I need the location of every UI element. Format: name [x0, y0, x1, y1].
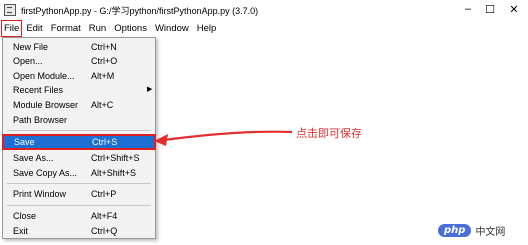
callout-arrow-icon [154, 130, 293, 146]
watermark: php 中文网 [438, 223, 505, 238]
window-title: firstPythonApp.py - G:/学习python/firstPyt… [21, 5, 259, 16]
menu-item-label: Open Module... [13, 71, 75, 81]
menu-item-module-browser[interactable]: Module Browser Alt+C [3, 99, 155, 111]
menu-item-path-browser[interactable]: Path Browser [3, 114, 155, 126]
menu-item-shortcut: Ctrl+N [91, 42, 117, 52]
menu-format[interactable]: Format [47, 21, 85, 36]
menu-item-exit[interactable]: Exit Ctrl+Q [3, 225, 155, 237]
menu-item-label: Print Window [13, 189, 67, 199]
annotation-text: 点击即可保存 [296, 127, 362, 140]
menu-item-label: Exit [13, 226, 29, 236]
menu-item-label: Close [13, 211, 37, 221]
python-file-icon [4, 4, 16, 16]
menu-separator [7, 183, 151, 184]
menu-item-shortcut: Ctrl+O [91, 56, 118, 66]
menu-item-print-window[interactable]: Print Window Ctrl+P [3, 188, 155, 200]
submenu-arrow-icon: ▶ [147, 86, 153, 93]
menu-item-label: Save [14, 137, 35, 147]
menu-item-recent-files[interactable]: Recent Files ▶ [3, 84, 155, 96]
menu-item-label: Path Browser [13, 115, 68, 125]
menu-item-save-copy-as[interactable]: Save Copy As... Alt+Shift+S [3, 167, 155, 179]
menu-item-label: Save As... [13, 153, 54, 163]
menu-item-shortcut: Ctrl+P [91, 189, 117, 199]
menu-item-label: Recent Files [13, 85, 64, 95]
menu-separator [7, 130, 151, 131]
minimize-button[interactable]: – [461, 3, 475, 15]
menu-item-shortcut: Ctrl+Shift+S [91, 153, 140, 163]
menu-run[interactable]: Run [85, 21, 110, 36]
php-logo: php [438, 224, 472, 237]
menu-item-new-file[interactable]: New File Ctrl+N [3, 41, 155, 53]
file-menu-dropdown: New File Ctrl+N Open... Ctrl+O Open Modu… [2, 37, 156, 239]
menu-item-shortcut: Alt+C [91, 100, 114, 110]
close-button[interactable]: ✕ [507, 3, 521, 16]
menu-item-open[interactable]: Open... Ctrl+O [3, 55, 155, 67]
menu-item-close[interactable]: Close Alt+F4 [3, 210, 155, 222]
menu-help[interactable]: Help [193, 21, 221, 36]
menu-item-save-as[interactable]: Save As... Ctrl+Shift+S [3, 152, 155, 164]
menu-edit[interactable]: Edit [22, 21, 46, 36]
menu-item-label: Module Browser [13, 100, 79, 110]
menu-options[interactable]: Options [110, 21, 151, 36]
menu-file[interactable]: File [1, 20, 23, 37]
watermark-text: 中文网 [475, 227, 506, 238]
menu-item-label: Save Copy As... [13, 168, 78, 178]
menu-item-shortcut: Ctrl+Q [91, 226, 118, 236]
menu-window[interactable]: Window [151, 21, 193, 36]
menu-item-shortcut: Alt+F4 [91, 211, 118, 221]
title-bar: firstPythonApp.py - G:/学习python/firstPyt… [0, 0, 528, 20]
menu-separator [7, 205, 151, 206]
menu-item-shortcut: Alt+M [91, 71, 115, 81]
maximize-button[interactable]: ☐ [483, 3, 497, 16]
menu-item-label: Open... [13, 56, 43, 66]
menu-item-save[interactable]: Save Ctrl+S [2, 134, 156, 150]
menu-item-open-module[interactable]: Open Module... Alt+M [3, 70, 155, 82]
menu-item-shortcut: Ctrl+S [92, 137, 118, 147]
menu-item-shortcut: Alt+Shift+S [91, 168, 137, 178]
menu-item-label: New File [13, 42, 49, 52]
menu-bar: File Edit Format Run Options Window Help [0, 20, 528, 37]
